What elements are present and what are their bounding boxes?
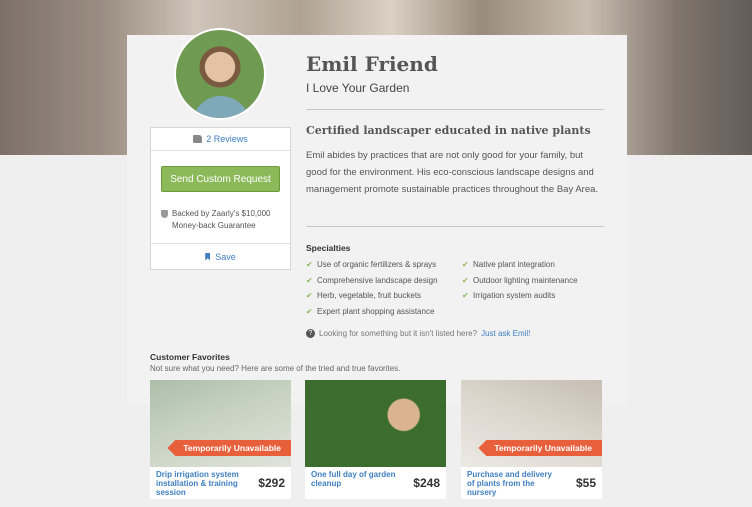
specialty-item: ✔ Herb, vegetable, fruit buckets [306, 291, 421, 300]
shield-icon [161, 210, 168, 218]
tile-name[interactable]: Purchase and delivery of plants from the… [467, 470, 561, 497]
favorite-tile[interactable]: One full day of garden cleanup $248 [305, 380, 446, 499]
tile-price: $292 [258, 476, 285, 490]
specialty-label: Native plant integration [473, 260, 555, 269]
check-icon: ✔ [306, 291, 313, 300]
unavailable-badge: Temporarily Unavailable [478, 440, 602, 456]
thumbs-up-icon [193, 135, 203, 143]
check-icon: ✔ [462, 260, 469, 269]
guarantee-note: Backed by Zaarly's $10,000 Money-back Gu… [161, 208, 281, 232]
check-icon: ✔ [306, 307, 313, 316]
avatar-shirt [192, 96, 250, 118]
ask-text: Looking for something but it isn't liste… [319, 329, 478, 338]
specialty-label: Comprehensive landscape design [317, 276, 438, 285]
specialty-item: ✔ Outdoor lighting maintenance [462, 276, 578, 285]
ask-row: ? Looking for something but it isn't lis… [306, 329, 530, 338]
favorites-subtitle: Not sure what you need? Here are some of… [150, 364, 401, 373]
specialty-item: ✔ Use of organic fertilizers & sprays [306, 260, 436, 269]
reviews-label: 2 Reviews [206, 134, 248, 144]
check-icon: ✔ [306, 276, 313, 285]
favorite-tile[interactable]: Temporarily Unavailable Purchase and del… [461, 380, 602, 499]
tile-name[interactable]: Drip irrigation system installation & tr… [156, 470, 250, 497]
profile-bio: Emil abides by practices that are not on… [306, 150, 599, 195]
save-label: Save [215, 251, 236, 262]
specialty-item: ✔ Comprehensive landscape design [306, 276, 438, 285]
avatar [174, 28, 266, 120]
profile-name: Emil Friend [306, 52, 438, 76]
tile-image [305, 380, 446, 467]
bookmark-icon [205, 252, 211, 261]
tile-name[interactable]: One full day of garden cleanup [311, 470, 405, 488]
divider [306, 109, 604, 110]
specialty-label: Expert plant shopping assistance [317, 307, 435, 316]
specialty-label: Use of organic fertilizers & sprays [317, 260, 437, 269]
reviews-link[interactable]: 2 Reviews [151, 128, 290, 151]
specialty-label: Herb, vegetable, fruit buckets [317, 291, 422, 300]
specialties-title: Specialties [306, 243, 351, 253]
specialty-item: ✔ Expert plant shopping assistance [306, 307, 434, 316]
save-button[interactable]: Save [151, 243, 290, 269]
specialty-label: Irrigation system audits [473, 291, 556, 300]
specialty-item: ✔ Native plant integration [462, 260, 555, 269]
profile-headline: Certified landscaper educated in native … [306, 124, 591, 137]
check-icon: ✔ [306, 260, 313, 269]
ask-link[interactable]: Just ask Emil! [481, 329, 530, 338]
tile-price: $248 [413, 476, 440, 490]
specialty-item: ✔ Irrigation system audits [462, 291, 555, 300]
send-custom-request-button[interactable]: Send Custom Request [161, 166, 280, 192]
question-icon: ? [306, 329, 315, 338]
divider [306, 226, 604, 227]
unavailable-badge: Temporarily Unavailable [167, 440, 291, 456]
favorite-tile[interactable]: Temporarily Unavailable Drip irrigation … [150, 380, 291, 499]
check-icon: ✔ [462, 276, 469, 285]
profile-tagline: I Love Your Garden [306, 81, 410, 95]
action-panel: 2 Reviews Send Custom Request Backed by … [150, 127, 291, 270]
guarantee-text: Backed by Zaarly's $10,000 Money-back Gu… [172, 209, 271, 230]
specialty-label: Outdoor lighting maintenance [473, 276, 578, 285]
check-icon: ✔ [462, 291, 469, 300]
favorites-title: Customer Favorites [150, 352, 230, 362]
tile-price: $55 [575, 476, 596, 490]
